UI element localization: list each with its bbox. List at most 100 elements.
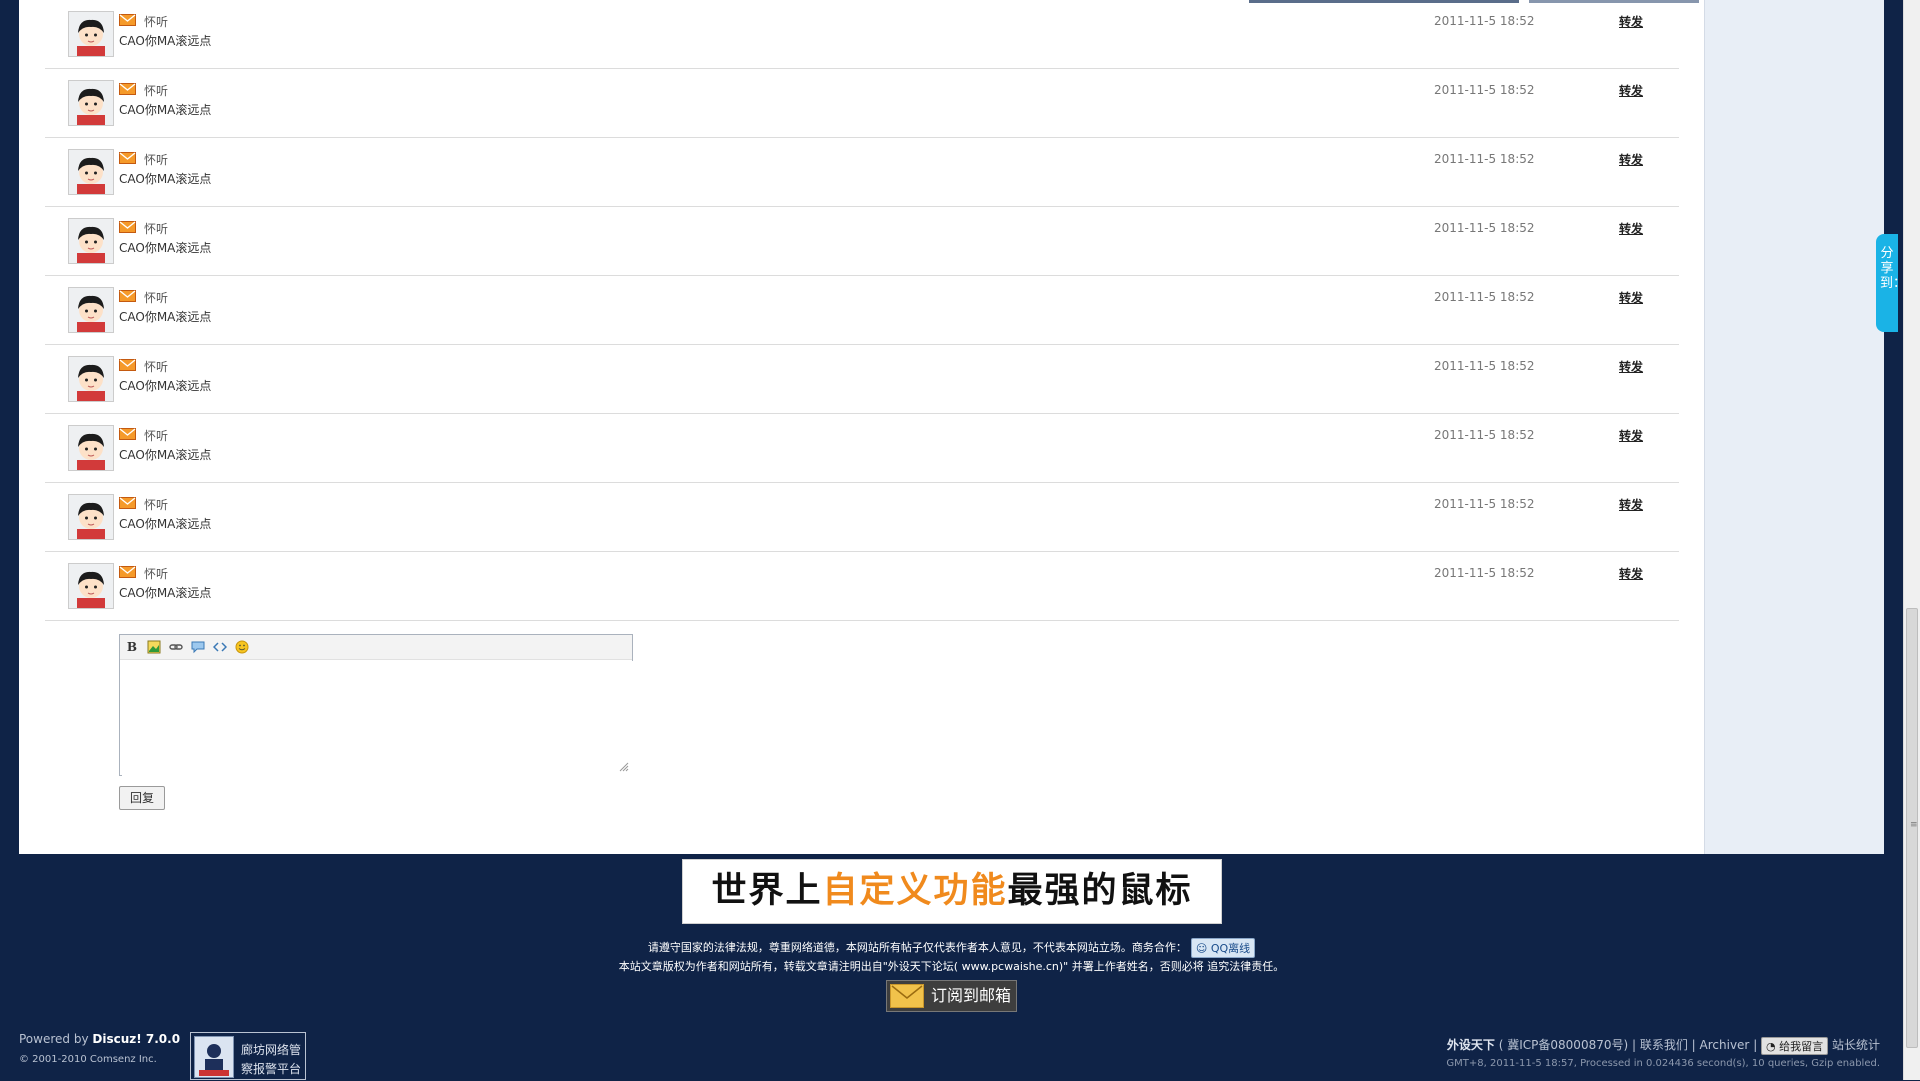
avatar-image [69,426,113,470]
leave-message-button[interactable]: ◔ 给我留言 [1761,1036,1829,1055]
forward-link[interactable]: 转发 [1619,358,1643,375]
avatar-image [69,288,113,332]
badge-text-1: 廊坊网络管 [241,1043,302,1057]
comment-author[interactable]: 怀听 [144,151,168,168]
resize-grip-icon[interactable] [619,762,629,772]
bold-icon[interactable]: B [125,640,139,654]
qq-contact-badge[interactable]: ☺ QQ离线 [1190,938,1256,958]
comment-author[interactable]: 怀听 [144,427,168,444]
envelope-icon[interactable] [119,428,136,440]
comment-author[interactable]: 怀听 [144,220,168,237]
discuz-link[interactable]: Discuz! 7.0.0 [92,1032,180,1046]
reply-button[interactable]: 回复 [119,786,165,810]
envelope-icon[interactable] [119,290,136,302]
envelope-icon[interactable] [119,566,136,578]
footer-links: 外设天下 ( 冀ICP备08000870号) | 联系我们 | Archiver… [1446,1036,1880,1055]
avatar[interactable] [68,149,114,195]
comment-author[interactable]: 怀听 [144,13,168,30]
envelope-icon[interactable] [119,152,136,164]
notice-line-2: 本站文章版权为作者和网站所有，转载文章请注明出自"外设天下论坛( www.pcw… [618,960,1285,973]
comment-time: 2011-11-5 18:52 [1434,221,1535,235]
police-badge[interactable]: 廊坊网络管 察报警平台 [190,1032,306,1080]
comment-text: CAO你MA滚远点 [119,34,212,48]
comment-list: 怀听 CAO你MA滚远点 2011-11-5 18:52 转发 怀听 CAO你M… [19,0,1704,854]
share-tab[interactable]: 分享到： [1876,234,1907,332]
avatar[interactable] [68,356,114,402]
avatar-image [69,219,113,263]
envelope-icon[interactable] [119,83,136,95]
forward-link[interactable]: 转发 [1619,289,1643,306]
subscribe-email-button[interactable]: 订阅到邮箱 [886,980,1017,1012]
stats-link[interactable]: 站长统计 [1832,1038,1880,1052]
message-label: 给我留言 [1779,1039,1824,1053]
banner-text-1: 世界上 [711,871,823,911]
avatar[interactable] [68,287,114,333]
smiley-icon[interactable] [235,640,249,654]
comment-time: 2011-11-5 18:52 [1434,290,1535,304]
police-badge-icon [194,1036,234,1078]
comment-text: CAO你MA滚远点 [119,241,212,255]
powered-by: Powered by Discuz! 7.0.0 [19,1032,180,1046]
banner-highlight: 自定义功能 [822,871,1008,911]
powered-prefix: Powered by [19,1032,93,1046]
comment-author[interactable]: 怀听 [144,82,168,99]
comment-text: CAO你MA滚远点 [119,172,212,186]
reply-textarea[interactable] [122,661,634,777]
comment-item: 怀听 CAO你MA滚远点 2011-11-5 18:52 转发 [45,276,1679,345]
envelope-icon[interactable] [119,221,136,233]
editor-toolbar: B [120,635,632,660]
comment-text: CAO你MA滚远点 [119,586,212,600]
avatar-image [69,495,113,539]
scrollbar-thumb[interactable]: ≡ [1906,608,1918,1048]
image-icon[interactable] [147,640,161,654]
vertical-scrollbar[interactable]: ≡ [1903,0,1920,1080]
forward-link[interactable]: 转发 [1619,13,1643,30]
copyright: © 2001-2010 Comsenz Inc. [19,1054,157,1065]
scroll-grip-icon: ≡ [1910,820,1918,830]
comment-item: 怀听 CAO你MA滚远点 2011-11-5 18:52 转发 [45,483,1679,552]
forward-link[interactable]: 转发 [1619,220,1643,237]
comment-item: 怀听 CAO你MA滚远点 2011-11-5 18:52 转发 [45,0,1679,69]
share-label: 分享到： [1880,246,1907,291]
avatar[interactable] [68,11,114,57]
comment-author[interactable]: 怀听 [144,496,168,513]
avatar[interactable] [68,563,114,609]
right-sidebar [1704,0,1884,854]
forward-link[interactable]: 转发 [1619,565,1643,582]
envelope-icon[interactable] [119,497,136,509]
archiver-link[interactable]: Archiver [1700,1038,1750,1052]
badge-text-2: 察报警平台 [241,1062,302,1076]
comment-author[interactable]: 怀听 [144,565,168,582]
envelope-icon[interactable] [119,14,136,26]
comment-time: 2011-11-5 18:52 [1434,83,1535,97]
comment-time: 2011-11-5 18:52 [1434,566,1535,580]
site-name[interactable]: 外设天下 [1447,1038,1495,1052]
comment-time: 2011-11-5 18:52 [1434,359,1535,373]
ad-banner[interactable]: 世界上自定义功能最强的鼠标 [682,859,1222,924]
icp-number[interactable]: ( 冀ICP备08000870号) [1499,1038,1628,1052]
comment-item: 怀听 CAO你MA滚远点 2011-11-5 18:52 转发 [45,207,1679,276]
comment-author[interactable]: 怀听 [144,289,168,306]
avatar[interactable] [68,218,114,264]
forward-link[interactable]: 转发 [1619,496,1643,513]
contact-link[interactable]: 联系我们 [1640,1038,1688,1052]
comment-item: 怀听 CAO你MA滚远点 2011-11-5 18:52 转发 [45,414,1679,483]
banner-text-2: 最强的鼠标 [1007,871,1193,911]
quote-icon[interactable] [191,640,205,654]
avatar[interactable] [68,494,114,540]
avatar[interactable] [68,80,114,126]
comment-time: 2011-11-5 18:52 [1434,152,1535,166]
comment-time: 2011-11-5 18:52 [1434,497,1535,511]
comment-text: CAO你MA滚远点 [119,379,212,393]
avatar-image [69,150,113,194]
envelope-icon [890,984,924,1008]
forward-link[interactable]: 转发 [1619,427,1643,444]
envelope-icon[interactable] [119,359,136,371]
forward-link[interactable]: 转发 [1619,82,1643,99]
avatar[interactable] [68,425,114,471]
code-icon[interactable] [212,640,228,654]
comment-author[interactable]: 怀听 [144,358,168,375]
link-icon[interactable] [169,640,183,654]
avatar-image [69,81,113,125]
forward-link[interactable]: 转发 [1619,151,1643,168]
